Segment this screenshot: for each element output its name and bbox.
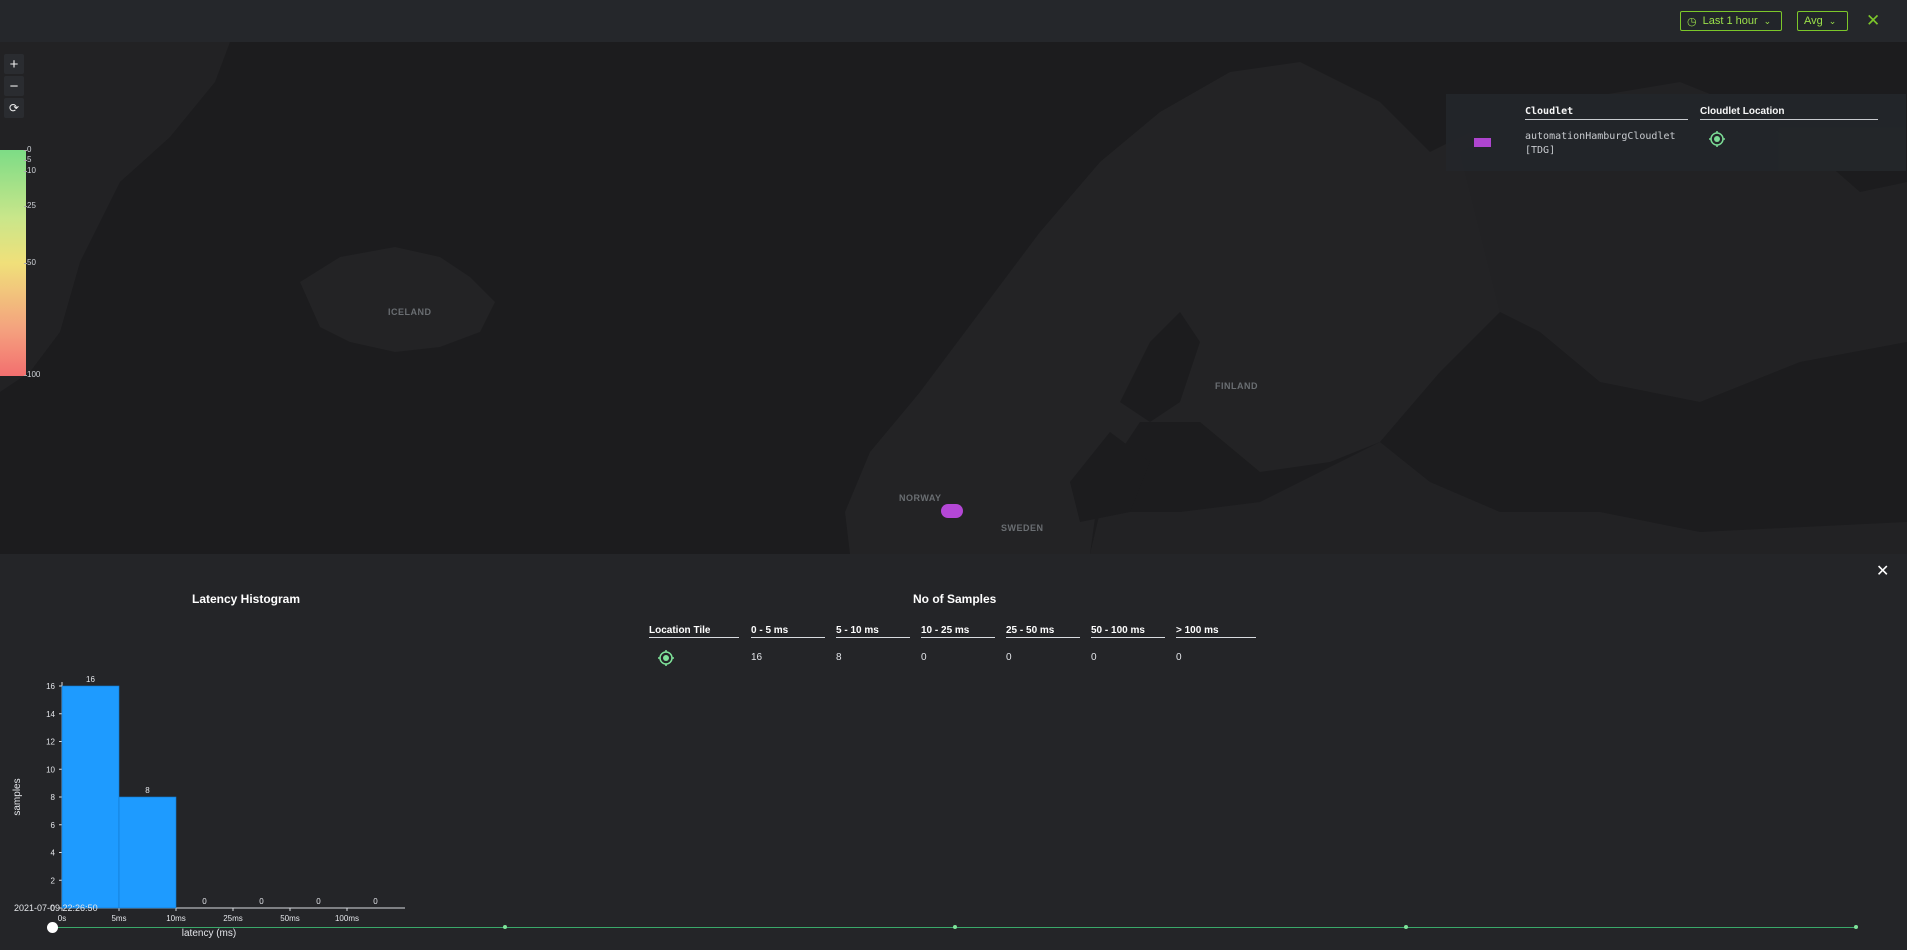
x-tick-label: 50ms: [280, 914, 300, 923]
y-tick-label: 4: [51, 849, 56, 858]
cloudlet-location-column-header: Cloudlet Location: [1700, 106, 1785, 117]
table-cell: 0: [1006, 652, 1012, 663]
header-underline: [751, 637, 825, 638]
cloudlet-color-swatch: [1474, 138, 1491, 147]
table-cell: 0: [921, 652, 927, 663]
map-label: SWEDEN: [1001, 523, 1044, 533]
legend-tick: 5: [23, 155, 32, 164]
x-tick-label: 25ms: [223, 914, 243, 923]
legend-tick: 100: [23, 370, 41, 379]
histogram-bar: [61, 685, 120, 909]
y-tick-label: 2: [51, 876, 56, 885]
y-tick-label: 12: [46, 738, 55, 747]
samples-title: No of Samples: [913, 592, 997, 606]
timeline-timestamp: 2021-07-09 22:26:50: [14, 903, 98, 913]
table-header[interactable]: 50 - 100 ms: [1091, 625, 1145, 636]
legend-tick: 0: [23, 145, 32, 154]
bar-value-label: 0: [373, 897, 378, 906]
chevron-down-icon: ⌄: [1828, 15, 1837, 26]
bar-value-label: 0: [202, 897, 207, 906]
x-tick-label: 10ms: [166, 914, 186, 923]
table-cell: 0: [1091, 652, 1097, 663]
locate-icon[interactable]: [658, 650, 674, 666]
cloudlet-marker[interactable]: [941, 504, 963, 518]
table-header[interactable]: > 100 ms: [1176, 625, 1219, 636]
y-tick-label: 10: [46, 765, 55, 774]
legend-tick: 25: [24, 201, 36, 210]
map-label: NORWAY: [899, 493, 942, 503]
timeline-tick: [1404, 925, 1408, 929]
chevron-down-icon: ⌄: [1763, 15, 1772, 26]
clock-icon: ◷: [1687, 15, 1697, 28]
time-range-label: Last 1 hour: [1702, 15, 1758, 27]
table-cell: 8: [836, 652, 842, 663]
table-header[interactable]: 25 - 50 ms: [1006, 625, 1054, 636]
x-axis-title: latency (ms): [182, 928, 236, 939]
timeline-tick: [953, 925, 957, 929]
y-tick-label: 8: [51, 793, 56, 802]
y-axis-title: samples: [12, 778, 23, 815]
bar-value-label: 16: [86, 675, 95, 684]
top-toolbar: ◷ Last 1 hour ⌄ Avg ⌄ ✕: [0, 0, 1907, 43]
legend-tick: 50: [24, 258, 36, 267]
table-header[interactable]: 0 - 5 ms: [751, 625, 788, 636]
header-underline: [836, 637, 910, 638]
cloudlet-name: automationHamburgCloudlet [TDG]: [1525, 131, 1676, 156]
legend-tick: 10: [24, 166, 36, 175]
locate-icon[interactable]: [1709, 131, 1725, 147]
time-range-dropdown[interactable]: ◷ Last 1 hour ⌄: [1680, 11, 1782, 31]
y-tick-label: 6: [51, 821, 56, 830]
timeline-tick: [1854, 925, 1858, 929]
table-header[interactable]: 5 - 10 ms: [836, 625, 879, 636]
cloudlet-column-header: Cloudlet: [1525, 106, 1574, 117]
header-underline: [1176, 637, 1256, 638]
table-cell: 16: [751, 652, 763, 663]
divider: [1700, 119, 1878, 120]
bar-value-label: 8: [145, 786, 150, 795]
aggregation-dropdown[interactable]: Avg ⌄: [1797, 11, 1848, 31]
bar-value-label: 0: [259, 897, 264, 906]
divider: [1525, 119, 1688, 120]
header-underline: [1091, 637, 1165, 638]
table-header[interactable]: Location Tile: [649, 625, 711, 636]
map-label: FINLAND: [1215, 381, 1258, 391]
header-underline: [649, 637, 739, 638]
latency-histogram-chart: 0 2 4 6 8 10 12 14 16 0s 5ms 10ms 25ms 50ms 100ms 16 8 0 0…: [12, 675, 405, 939]
table-header[interactable]: 10 - 25 ms: [921, 625, 969, 636]
header-underline: [1006, 637, 1080, 638]
header-underline: [921, 637, 995, 638]
x-tick-label: 100ms: [335, 914, 359, 923]
x-tick-label: 0s: [58, 914, 66, 923]
y-tick-label: 14: [46, 710, 55, 719]
aggregation-label: Avg: [1804, 15, 1823, 27]
zoom-out-button[interactable]: −: [4, 76, 24, 96]
latency-stats-panel: ✕ Latency Histogram 0 2 4 6 8 10 12 14 16 0s 5ms 10…: [0, 554, 1907, 950]
x-tick-label: 5ms: [111, 914, 126, 923]
map-label: ICELAND: [388, 307, 432, 317]
close-icon[interactable]: ✕: [1876, 564, 1889, 580]
reset-view-button[interactable]: ⟳: [4, 98, 24, 118]
map-view[interactable]: + − ⟳ 0 5 10 25 50 100 ICELAND NORWAY SW…: [0, 42, 1907, 554]
latency-color-legend: [0, 150, 26, 376]
zoom-in-button[interactable]: +: [4, 54, 24, 74]
bar-value-label: 0: [316, 897, 321, 906]
y-tick-label: 16: [46, 682, 55, 691]
timeline-slider-handle[interactable]: [47, 922, 58, 933]
close-icon[interactable]: ✕: [1866, 12, 1880, 29]
histogram-bar: [118, 796, 177, 909]
table-cell: 0: [1176, 652, 1182, 663]
cloudlet-panel: Cloudlet Cloudlet Location automationHam…: [1446, 94, 1906, 171]
timeline-tick: [503, 925, 507, 929]
